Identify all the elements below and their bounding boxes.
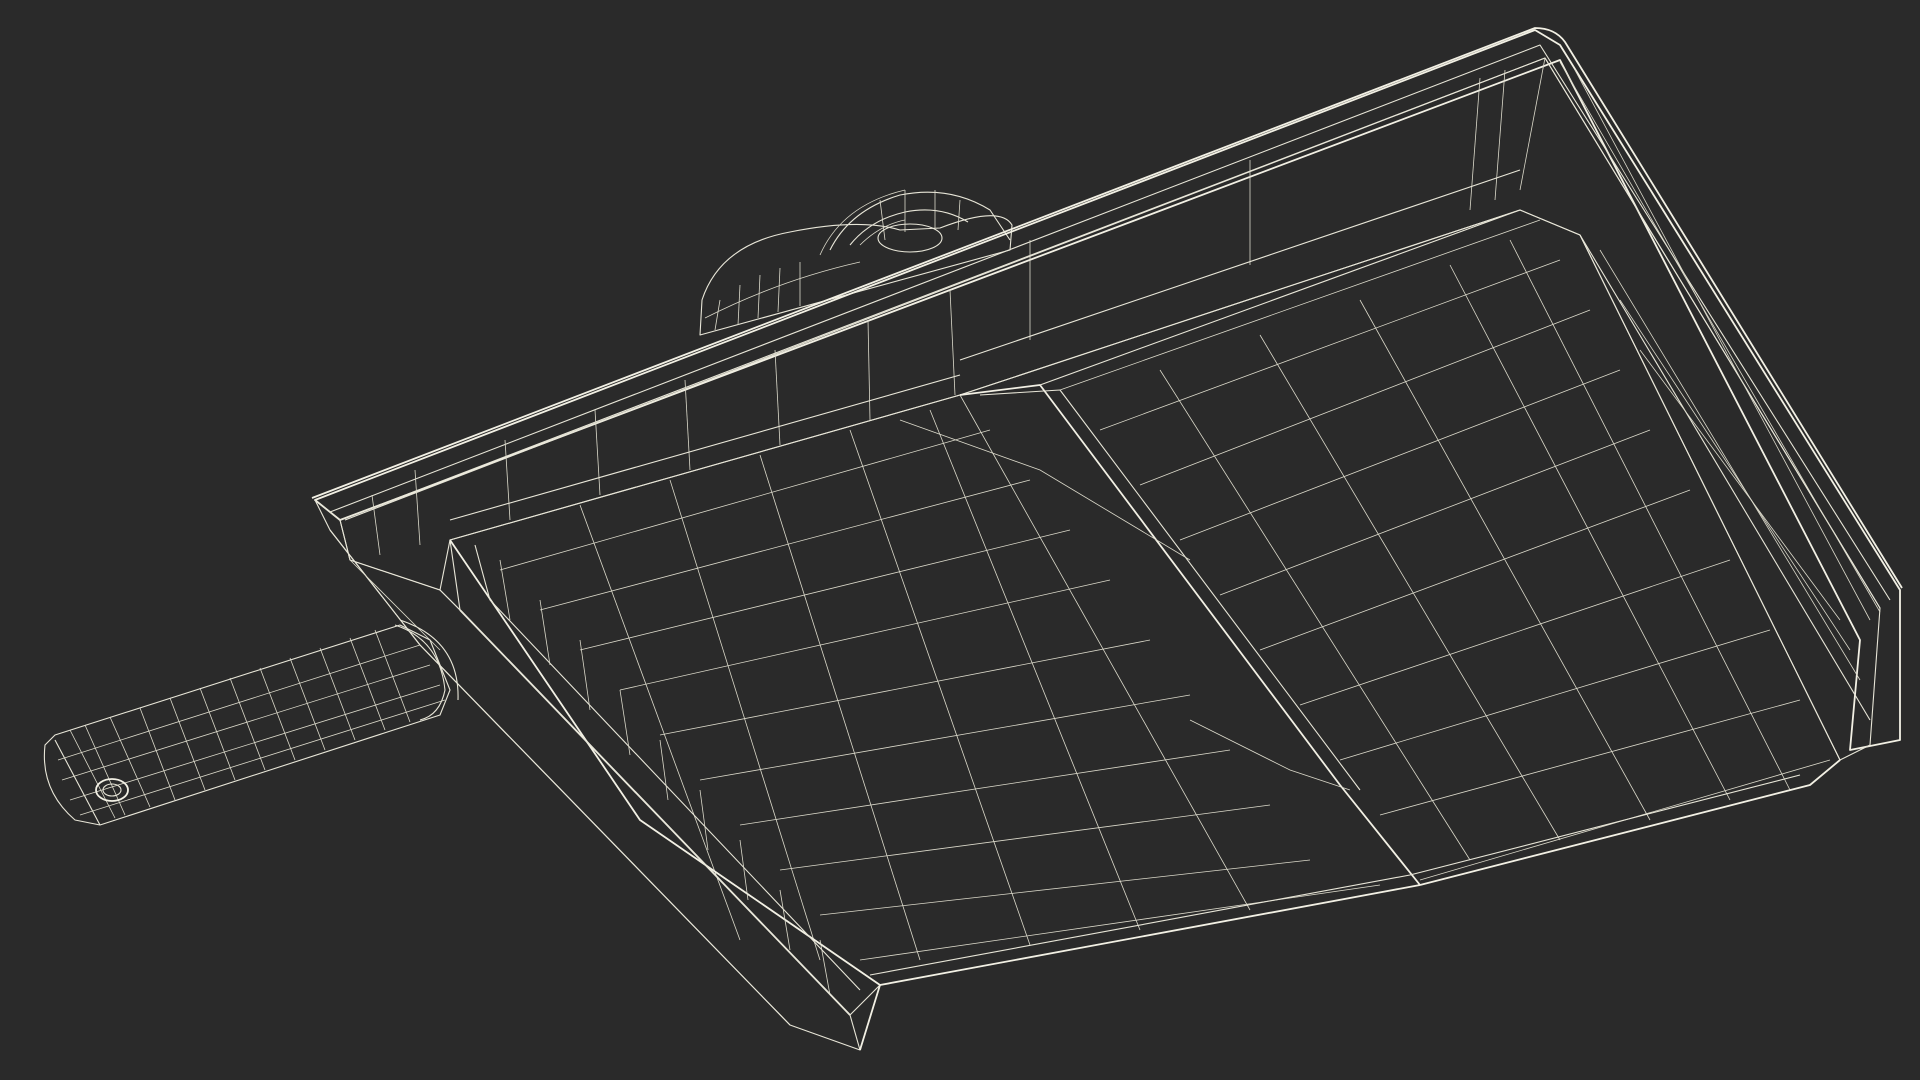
tray-rim <box>311 27 1903 751</box>
grip-handle <box>699 189 1013 336</box>
tray-slot <box>439 539 881 1016</box>
render-viewport <box>0 0 1920 1080</box>
wireframe-render <box>43 27 1903 1051</box>
tray-floor <box>449 209 1841 986</box>
tray-shaft <box>43 619 459 826</box>
tray-side-wall <box>314 499 881 1051</box>
tray-back-wall <box>339 57 1881 761</box>
